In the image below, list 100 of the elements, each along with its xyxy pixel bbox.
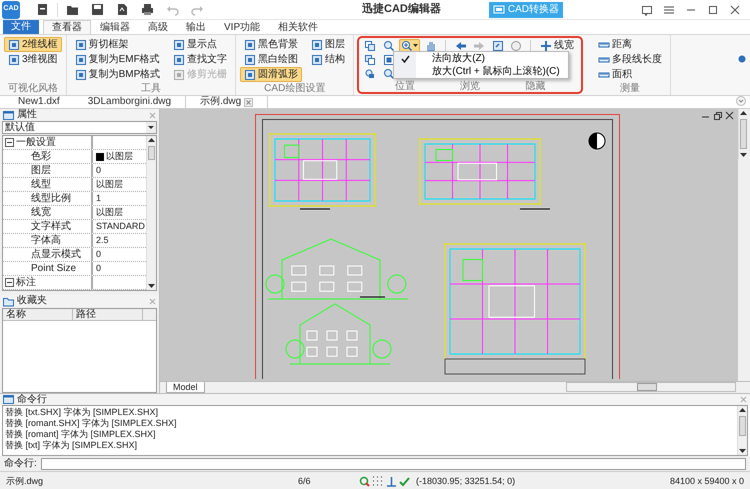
grid-icon[interactable] <box>372 476 384 486</box>
frame-icon <box>74 68 87 80</box>
property-value: 1 <box>96 193 102 204</box>
page-icon <box>492 40 504 52</box>
collapse-icon[interactable] <box>5 278 14 287</box>
caret-icon <box>413 43 418 48</box>
property-value: 0 <box>96 165 102 176</box>
up-arrow-icon <box>739 109 748 117</box>
horizontal-scrollbar[interactable] <box>566 382 736 392</box>
copy-icon <box>364 40 376 52</box>
command-input[interactable] <box>40 458 746 470</box>
property-value: 0 <box>96 249 102 260</box>
close-icon[interactable] <box>244 98 254 106</box>
document-tab[interactable]: 3DLamborgini.dwg <box>74 95 186 108</box>
down-arrow-icon <box>739 151 748 159</box>
log-line: 替换 [romant.SHX] 字体为 [SIMPLEX.SHX] <box>5 418 178 429</box>
frame-icon <box>244 68 256 80</box>
up-arrow-icon <box>147 136 156 144</box>
ribbon-tab[interactable]: 编辑器 <box>91 20 139 34</box>
menu-item[interactable]: 法向放大(Z) <box>394 52 568 65</box>
monitor-icon <box>492 4 505 15</box>
file-menu-button[interactable]: 文件 <box>3 20 39 34</box>
ribbon-button[interactable]: 查找文字 <box>169 52 232 67</box>
menu-item[interactable]: 放大(Ctrl + 鼠标向上滚轮)(C) <box>394 65 568 78</box>
property-value: STANDARD <box>96 221 145 232</box>
frame-icon <box>244 54 256 66</box>
ribbon-button[interactable]: 距离 <box>594 37 666 52</box>
chat-icon <box>641 4 653 16</box>
log-line: 替换 [romant] 字体为 [SIMPLEX.SHX] <box>5 429 157 440</box>
collapse-icon[interactable] <box>5 138 14 147</box>
property-value: 以图层 <box>106 151 133 162</box>
property-value: 0 <box>96 263 102 274</box>
zoom-icon[interactable] <box>358 476 370 486</box>
search-icon <box>382 68 395 80</box>
close-icon[interactable] <box>725 111 734 120</box>
ribbon-tab[interactable]: 高级 <box>139 20 177 34</box>
copy-icon <box>364 54 376 66</box>
ribbon-button[interactable]: 复制为BMP格式 <box>70 67 164 82</box>
close-icon <box>729 4 741 16</box>
ribbon-button[interactable]: 3维视图 <box>4 52 62 67</box>
ribbon-button[interactable]: 黑色背景 <box>240 37 302 52</box>
zoom-dropdown-button[interactable] <box>399 38 420 52</box>
document-tab[interactable]: New1.dxf <box>4 95 74 108</box>
vertical-scrollbar[interactable] <box>146 136 156 290</box>
plus-icon <box>540 40 552 52</box>
linewidth-button[interactable]: 线宽 <box>536 38 578 53</box>
ribbon-tab[interactable]: 输出 <box>177 20 215 34</box>
ribbon-button[interactable]: 显示点 <box>169 37 232 52</box>
ribbon-button[interactable]: 圆滑弧形 <box>240 67 302 82</box>
preset-dropdown[interactable]: 默认值 <box>2 121 157 134</box>
maximize-icon <box>707 4 719 16</box>
page-count: 6/6 <box>298 476 311 486</box>
frame-icon <box>173 38 186 50</box>
ortho-icon[interactable] <box>386 476 397 486</box>
group-label: 可视化风格 <box>6 83 59 95</box>
frame-icon <box>8 54 20 66</box>
frame-icon <box>311 38 324 50</box>
section-title: 一般设置 <box>16 136 56 148</box>
model-tab[interactable]: Model <box>166 382 205 393</box>
vertical-scrollbar[interactable] <box>738 109 748 159</box>
panel-icon <box>3 394 14 405</box>
panel-icon <box>3 110 14 120</box>
ribbon-button[interactable]: 2维线框 <box>4 37 62 52</box>
frame-icon <box>8 38 20 50</box>
restore-icon[interactable] <box>712 111 722 121</box>
ribbon-button[interactable]: 结构 <box>307 52 350 67</box>
group-label: 隐藏 <box>526 81 546 93</box>
log-line: 替换 [txt] 字体为 [SIMPLEX.SHX] <box>5 440 138 451</box>
ribbon-tab[interactable]: 查看器 <box>43 20 91 34</box>
section-title: 标注 <box>16 276 36 288</box>
log-line: 替换 [txt.SHX] 字体为 [SIMPLEX.SHX] <box>5 407 160 418</box>
ribbon-button[interactable]: 图层 <box>307 37 350 52</box>
up-arrow-icon <box>738 406 747 414</box>
ribbon-button[interactable]: 复制为EMF格式 <box>70 52 164 67</box>
status-file: 示例.dwg <box>6 476 44 486</box>
help-icon[interactable] <box>738 55 746 63</box>
down-arrow-icon <box>147 282 156 290</box>
vertical-scrollbar[interactable] <box>737 406 747 455</box>
scrollbar-thumb[interactable] <box>637 383 657 391</box>
scrollbar-thumb[interactable] <box>740 119 747 149</box>
printer-icon <box>140 2 155 17</box>
dropdown-icon[interactable] <box>736 96 746 106</box>
ribbon-tab[interactable]: VIP功能 <box>215 20 270 34</box>
document-tab[interactable]: 示例.dwg <box>185 95 268 108</box>
scrollbar-thumb[interactable] <box>148 146 155 160</box>
property-value: 以图层 <box>96 207 123 218</box>
ribbon-button[interactable]: 面积 <box>594 67 666 82</box>
window-title: 迅捷CAD编辑器 <box>362 2 441 16</box>
column-header[interactable]: 路径 <box>73 309 143 320</box>
coordinates: (-18030.95; 33251.54; 0) <box>416 476 516 486</box>
drawing-size: 84100 x 59400 x 0 <box>670 476 744 486</box>
ribbon-button[interactable]: 多段线长度 <box>594 52 666 67</box>
scrollbar-thumb[interactable] <box>739 416 746 436</box>
ribbon-button[interactable]: 黑白绘图 <box>240 52 302 67</box>
ribbon-button[interactable]: 剪切框架 <box>70 37 164 52</box>
ribbon-tab[interactable]: 相关软件 <box>269 20 328 34</box>
panel-title: 收藏夹 <box>17 295 47 307</box>
frame-icon <box>173 54 186 66</box>
group-label: 工具 <box>140 83 162 95</box>
column-header[interactable]: 名称 <box>3 309 73 320</box>
